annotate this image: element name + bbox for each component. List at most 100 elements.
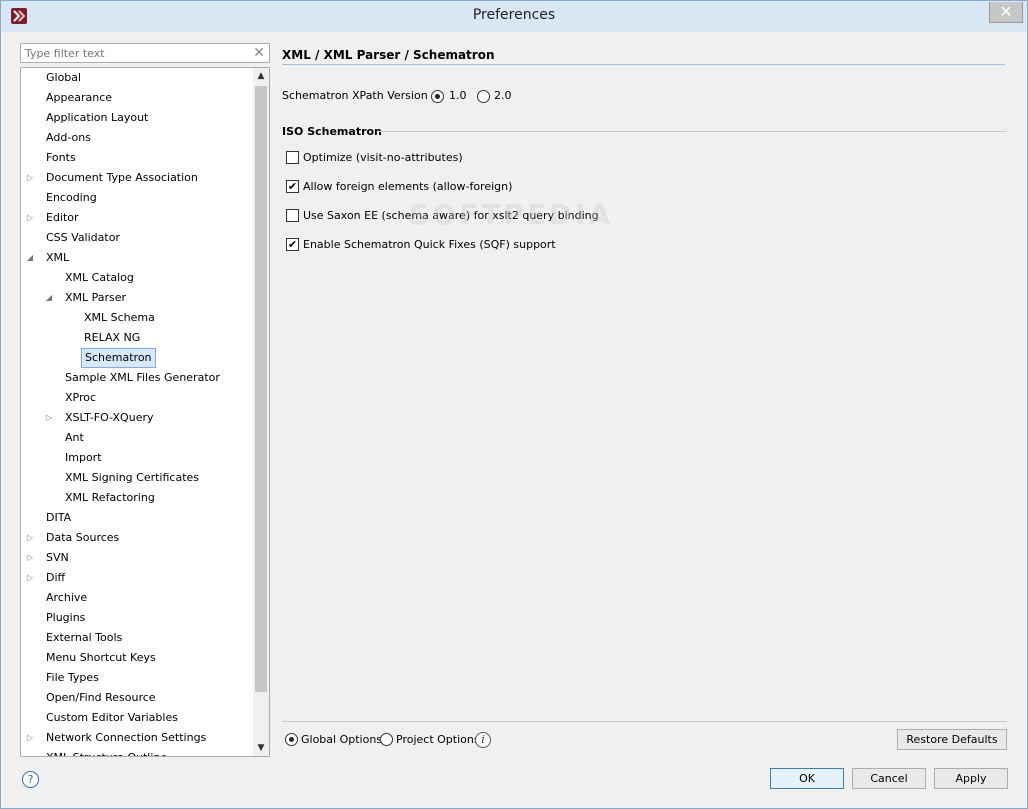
tree-item-label[interactable]: CSS Validator <box>43 228 123 248</box>
tree-item-label[interactable]: Document Type Association <box>43 168 201 188</box>
xpath-2-0-label[interactable]: 2.0 <box>494 88 512 104</box>
tree-item[interactable]: XML Signing Certificates <box>21 468 253 488</box>
tree-item[interactable]: Encoding <box>21 188 253 208</box>
expanded-arrow-icon[interactable]: ◢ <box>44 288 54 308</box>
tree-item-label[interactable]: Diff <box>43 568 68 588</box>
tree-item[interactable]: ▷ Editor <box>21 208 253 228</box>
collapsed-arrow-icon[interactable]: ▷ <box>25 168 35 188</box>
allow-foreign-label[interactable]: Allow foreign elements (allow-foreign) <box>303 179 512 195</box>
apply-button[interactable]: Apply <box>934 768 1008 789</box>
help-icon[interactable]: ? <box>22 771 39 788</box>
tree-item[interactable]: XML Catalog <box>21 268 253 288</box>
tree-item[interactable]: Custom Editor Variables <box>21 708 253 728</box>
tree-item-label[interactable]: XProc <box>62 388 99 408</box>
tree-item-label[interactable]: XML <box>43 248 72 268</box>
tree-item[interactable]: ◢ XML Parser <box>21 288 253 308</box>
info-icon[interactable]: i <box>475 732 491 748</box>
tree-item[interactable]: XML Schema <box>21 308 253 328</box>
tree-item-label[interactable]: External Tools <box>43 628 125 648</box>
tree-item[interactable]: Ant <box>21 428 253 448</box>
tree-item-label[interactable]: Ant <box>62 428 87 448</box>
tree-item[interactable]: Sample XML Files Generator <box>21 368 253 388</box>
collapsed-arrow-icon[interactable]: ▷ <box>25 208 35 228</box>
tree-item-label[interactable]: XSLT-FO-XQuery <box>62 408 157 428</box>
tree-item[interactable]: XML Refactoring <box>21 488 253 508</box>
tree-item[interactable]: Application Layout <box>21 108 253 128</box>
tree-item[interactable]: Archive <box>21 588 253 608</box>
tree-item-label[interactable]: DITA <box>43 508 74 528</box>
global-options-label[interactable]: Global Options <box>301 732 382 748</box>
tree-item[interactable]: Schematron <box>21 348 253 368</box>
project-options-radio[interactable] <box>380 733 393 746</box>
tree-item[interactable]: Import <box>21 448 253 468</box>
tree-item-label[interactable]: RELAX NG <box>81 328 143 348</box>
tree-item-label[interactable]: XML Signing Certificates <box>62 468 202 488</box>
tree-item[interactable]: File Types <box>21 668 253 688</box>
xpath-1-0-label[interactable]: 1.0 <box>449 88 467 104</box>
tree-item-label[interactable]: XML Structure Outline <box>43 748 170 756</box>
tree-item-label[interactable]: Archive <box>43 588 90 608</box>
tree-item-label[interactable]: Network Connection Settings <box>43 728 209 748</box>
tree-item[interactable]: ◢ XML <box>21 248 253 268</box>
tree-item-label[interactable]: XML Parser <box>62 288 129 308</box>
tree-item-label[interactable]: Appearance <box>43 88 115 108</box>
tree-item-label[interactable]: XML Catalog <box>62 268 137 288</box>
tree-item-label[interactable]: Import <box>62 448 105 468</box>
tree-item-label[interactable]: Schematron <box>81 348 156 368</box>
tree-item-label[interactable]: Custom Editor Variables <box>43 708 181 728</box>
tree-item-label[interactable]: Data Sources <box>43 528 122 548</box>
collapsed-arrow-icon[interactable]: ▷ <box>44 408 54 428</box>
tree-item-label[interactable]: Menu Shortcut Keys <box>43 648 159 668</box>
tree-item[interactable]: XML Structure Outline <box>21 748 253 756</box>
tree-item[interactable]: External Tools <box>21 628 253 648</box>
collapsed-arrow-icon[interactable]: ▷ <box>25 728 35 748</box>
tree-item[interactable]: Menu Shortcut Keys <box>21 648 253 668</box>
tree-item-label[interactable]: SVN <box>43 548 72 568</box>
filter-input[interactable] <box>23 45 243 61</box>
sqf-checkbox[interactable]: ✔ <box>286 238 299 251</box>
scroll-thumb[interactable] <box>255 86 267 692</box>
tree-item[interactable]: DITA <box>21 508 253 528</box>
scroll-down-arrow-icon[interactable]: ▼ <box>253 740 269 756</box>
tree-item-label[interactable]: File Types <box>43 668 102 688</box>
tree-item-label[interactable]: Sample XML Files Generator <box>62 368 223 388</box>
optimize-label[interactable]: Optimize (visit-no-attributes) <box>303 150 463 166</box>
optimize-checkbox[interactable] <box>286 151 299 164</box>
global-options-radio[interactable] <box>285 733 298 746</box>
sqf-label[interactable]: Enable Schematron Quick Fixes (SQF) supp… <box>303 237 556 253</box>
tree-item-label[interactable]: Encoding <box>43 188 100 208</box>
tree-item-label[interactable]: Fonts <box>43 148 79 168</box>
tree-item[interactable]: Global <box>21 68 253 88</box>
tree-item[interactable]: Plugins <box>21 608 253 628</box>
tree-item-label[interactable]: Global <box>43 68 84 88</box>
tree-item[interactable]: RELAX NG <box>21 328 253 348</box>
clear-filter-icon[interactable]: ✕ <box>253 45 265 61</box>
filter-field[interactable]: ✕ <box>20 43 270 63</box>
tree-item[interactable]: ▷ XSLT-FO-XQuery <box>21 408 253 428</box>
tree-item[interactable]: XProc <box>21 388 253 408</box>
tree-item[interactable]: ▷ Data Sources <box>21 528 253 548</box>
tree-item[interactable]: ▷ Network Connection Settings <box>21 728 253 748</box>
close-window-button[interactable]: ✕ <box>989 2 1023 23</box>
allow-foreign-checkbox[interactable]: ✔ <box>286 180 299 193</box>
tree-item[interactable]: ▷ SVN <box>21 548 253 568</box>
tree-item[interactable]: CSS Validator <box>21 228 253 248</box>
tree-item-label[interactable]: XML Refactoring <box>62 488 158 508</box>
tree-item[interactable]: ▷ Document Type Association <box>21 168 253 188</box>
saxon-ee-checkbox[interactable] <box>286 209 299 222</box>
expanded-arrow-icon[interactable]: ◢ <box>25 248 35 268</box>
tree-item[interactable]: Appearance <box>21 88 253 108</box>
xpath-2-0-radio[interactable] <box>477 90 490 103</box>
scroll-up-arrow-icon[interactable]: ▲ <box>253 68 269 84</box>
collapsed-arrow-icon[interactable]: ▷ <box>25 528 35 548</box>
tree-item-label[interactable]: Plugins <box>43 608 88 628</box>
collapsed-arrow-icon[interactable]: ▷ <box>25 548 35 568</box>
tree-item[interactable]: Fonts <box>21 148 253 168</box>
tree-item-label[interactable]: Add-ons <box>43 128 94 148</box>
restore-defaults-button[interactable]: Restore Defaults <box>897 729 1007 750</box>
xpath-1-0-radio[interactable] <box>431 90 444 103</box>
preferences-tree[interactable]: Global Appearance Application Layout Add-on… <box>20 67 270 757</box>
tree-item[interactable]: Add-ons <box>21 128 253 148</box>
ok-button[interactable]: OK <box>770 768 844 789</box>
project-options-label[interactable]: Project Options <box>396 732 480 748</box>
